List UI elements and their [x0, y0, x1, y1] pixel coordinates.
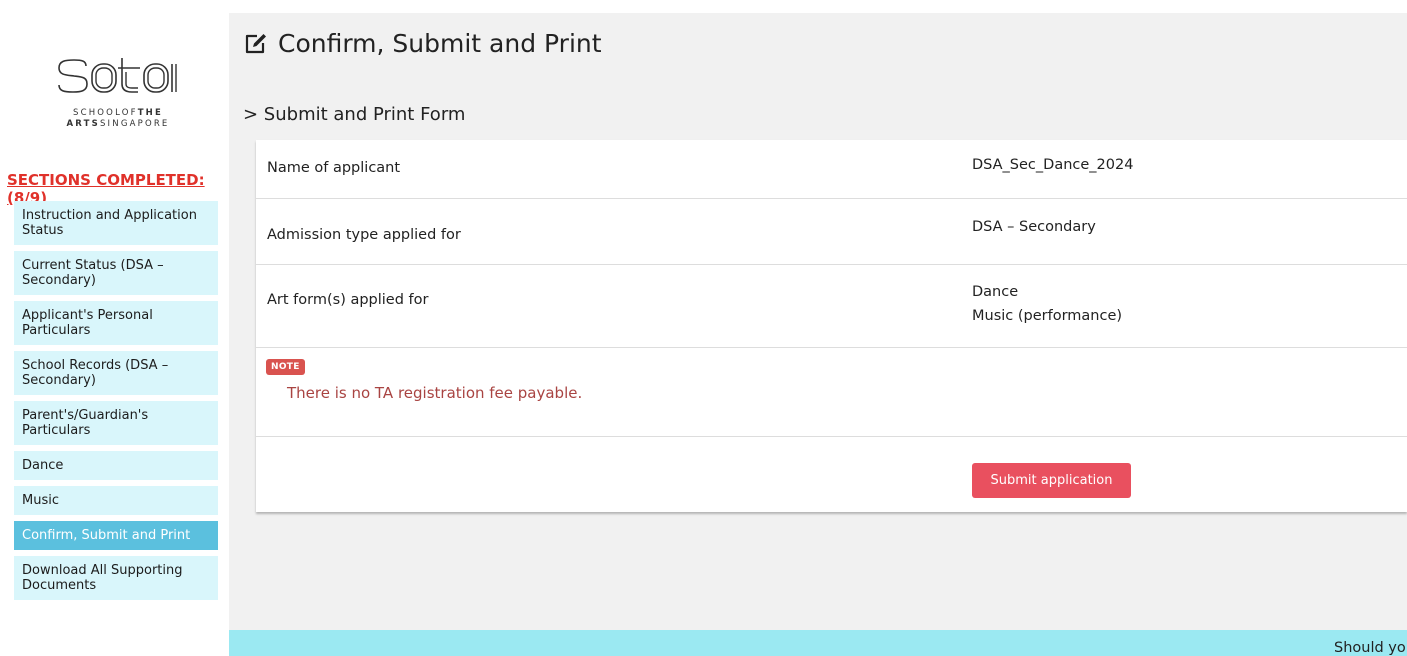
section-nav: Instruction and Application Status Curre… — [14, 201, 218, 606]
table-row: Art form(s) applied for Dance Music (per… — [256, 265, 1407, 348]
sidebar-item-download-documents[interactable]: Download All Supporting Documents — [14, 556, 218, 600]
page-title: Confirm, Submit and Print — [244, 29, 602, 58]
row-label: Name of applicant — [267, 160, 401, 176]
sidebar-item-personal-particulars[interactable]: Applicant's Personal Particulars — [14, 301, 218, 345]
sidebar-item-dance[interactable]: Dance — [14, 451, 218, 480]
sidebar-item-instruction-status[interactable]: Instruction and Application Status — [14, 201, 218, 245]
sota-wordmark-icon — [58, 58, 177, 93]
art-form-item: Dance — [972, 284, 1019, 300]
row-label: Admission type applied for — [267, 227, 461, 243]
sidebar-item-music[interactable]: Music — [14, 486, 218, 515]
main-content: Confirm, Submit and Print > Submit and P… — [229, 13, 1407, 630]
page-title-text: Confirm, Submit and Print — [278, 29, 602, 58]
submit-application-button[interactable]: Submit application — [972, 463, 1131, 498]
sidebar-item-confirm-submit-print[interactable]: Confirm, Submit and Print — [14, 521, 218, 550]
section-title: > Submit and Print Form — [243, 104, 466, 125]
footer-text: Should yo — [1334, 640, 1406, 656]
edit-icon — [245, 33, 266, 53]
sidebar-item-school-records[interactable]: School Records (DSA – Secondary) — [14, 351, 218, 395]
row-label: Art form(s) applied for — [267, 292, 429, 308]
summary-panel: Name of applicant DSA_Sec_Dance_2024 Adm… — [256, 140, 1407, 512]
logo-line-1: SCHOOLOFTHE — [72, 108, 164, 118]
note-badge: NOTE — [266, 359, 305, 375]
row-value: DSA_Sec_Dance_2024 — [972, 157, 1134, 173]
row-value-list: Dance Music (performance) — [972, 280, 1122, 328]
sota-logo[interactable]: SCHOOLOFTHE ARTSSINGAPORE — [56, 58, 180, 129]
note-row: NOTE There is no TA registration fee pay… — [256, 348, 1407, 437]
sidebar: SCHOOLOFTHE ARTSSINGAPORE SECTIONS COMPL… — [0, 0, 228, 656]
table-row: Name of applicant DSA_Sec_Dance_2024 — [256, 140, 1407, 199]
sidebar-item-current-status[interactable]: Current Status (DSA – Secondary) — [14, 251, 218, 295]
note-text: There is no TA registration fee payable. — [287, 384, 583, 402]
row-value: DSA – Secondary — [972, 219, 1096, 235]
sidebar-item-guardian-particulars[interactable]: Parent's/Guardian's Particulars — [14, 401, 218, 445]
art-form-item: Music (performance) — [972, 308, 1123, 324]
footer-bar: Should yo — [229, 630, 1407, 656]
logo-line-2: ARTSSINGAPORE — [66, 119, 170, 129]
table-row: Admission type applied for DSA – Seconda… — [256, 199, 1407, 265]
